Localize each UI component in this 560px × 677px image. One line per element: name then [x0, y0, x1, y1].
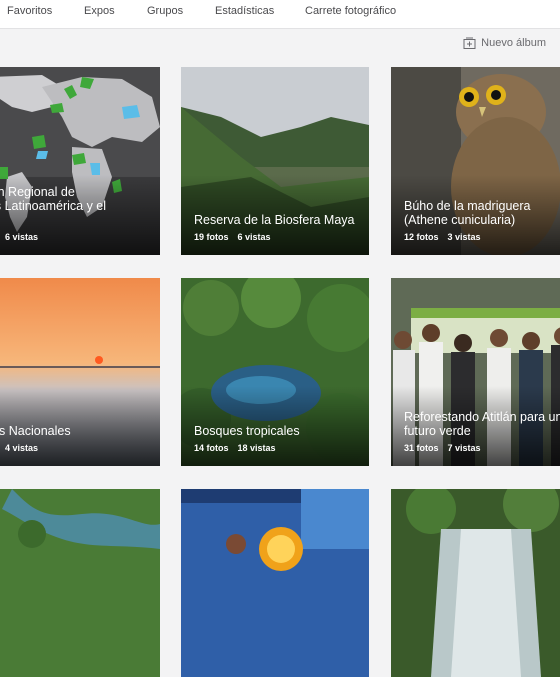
album-card-reserva-biosfera[interactable]: Reserva de la Biosfera Maya 19 fotos 6 vi…: [181, 67, 369, 255]
tab-carrete-fotografico[interactable]: Carrete fotográfico: [305, 5, 396, 17]
photo-count: 31 fotos: [404, 443, 439, 453]
photo-count: 12 fotos: [404, 232, 439, 242]
album-meta: fotos6 vistas: [0, 232, 38, 242]
top-navigation: Favoritos Expos Grupos Estadísticas Carr…: [0, 0, 560, 29]
new-album-button[interactable]: Nuevo álbum: [463, 37, 546, 49]
new-album-label: Nuevo álbum: [481, 37, 546, 49]
view-count: 3 vistas: [447, 232, 481, 242]
view-count: 6 vistas: [5, 232, 39, 242]
album-title: rques Nacionales: [0, 424, 71, 438]
album-card-row3-middle[interactable]: [181, 489, 369, 677]
album-card-row3-right[interactable]: [391, 489, 560, 677]
album-title: Bosques tropicales: [194, 424, 300, 438]
album-card-buho-madriguera[interactable]: Búho de la madriguera (Athene cuniculari…: [391, 67, 560, 255]
album-meta: 19 fotos 6 vistas: [194, 232, 271, 242]
album-card-parques-nacionales[interactable]: rques Nacionales fotos4 vistas: [0, 278, 160, 466]
album-title: Búho de la madriguera (Athene cuniculari…: [404, 199, 531, 227]
tab-grupos[interactable]: Grupos: [147, 5, 183, 17]
photo-count: 14 fotos: [194, 443, 229, 453]
view-count: 7 vistas: [447, 443, 481, 453]
album-meta: 14 fotos 18 vistas: [194, 443, 276, 453]
tab-favoritos[interactable]: Favoritos: [7, 5, 52, 17]
view-count: 4 vistas: [5, 443, 39, 453]
event-photo-image: [181, 489, 369, 677]
album-card-bosques-tropicales[interactable]: Bosques tropicales 14 fotos 18 vistas: [181, 278, 369, 466]
add-album-icon: [463, 37, 476, 49]
album-title: Reforestando Atitlán para un futuro verd…: [404, 410, 560, 438]
album-title: unión Regional de odos Latinoamérica y e…: [0, 185, 107, 213]
waterfall-image: [391, 489, 560, 677]
album-card-row3-left[interactable]: [0, 489, 160, 677]
tab-expos[interactable]: Expos: [84, 5, 115, 17]
album-toolbar: Nuevo álbum: [0, 29, 560, 59]
photo-count: 19 fotos: [194, 232, 229, 242]
album-meta: 12 fotos 3 vistas: [404, 232, 481, 242]
view-count: 18 vistas: [237, 443, 276, 453]
album-meta: fotos4 vistas: [0, 443, 38, 453]
album-card-reunion-regional[interactable]: unión Regional de odos Latinoamérica y e…: [0, 67, 160, 255]
tab-estadisticas[interactable]: Estadísticas: [215, 5, 274, 17]
album-title: Reserva de la Biosfera Maya: [194, 213, 355, 227]
aerial-forest-image: [0, 489, 160, 677]
view-count: 6 vistas: [237, 232, 271, 242]
album-meta: 31 fotos 7 vistas: [404, 443, 481, 453]
album-card-reforestando-atitlan[interactable]: Reforestando Atitlán para un futuro verd…: [391, 278, 560, 466]
